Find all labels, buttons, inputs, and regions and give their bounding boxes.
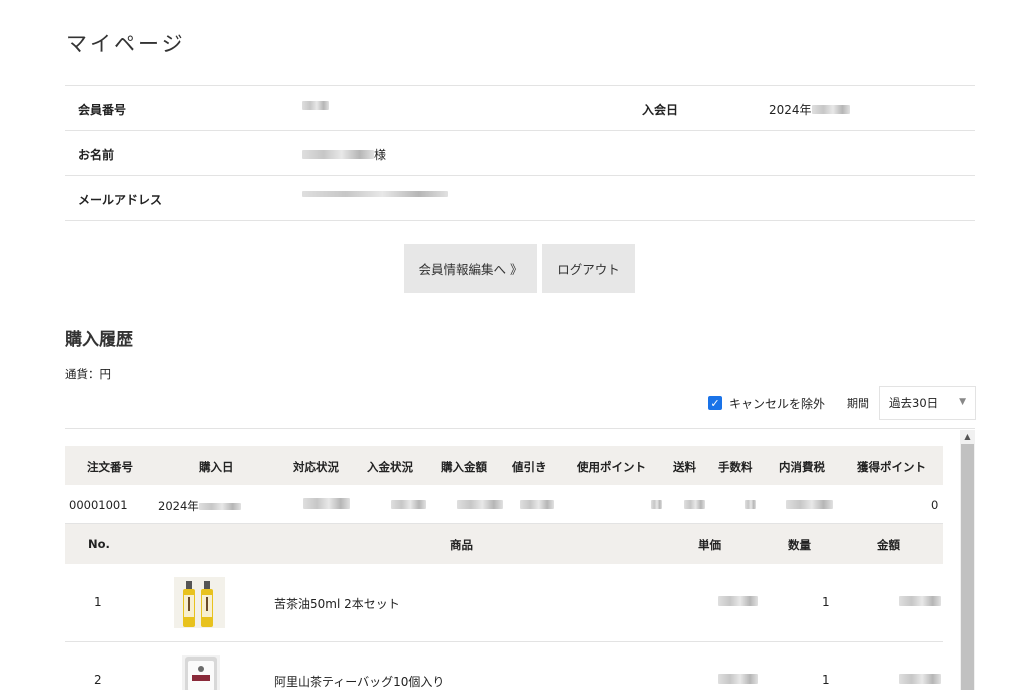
col-points-used: 使用ポイント: [577, 460, 646, 474]
scroll-up-arrow-icon[interactable]: ▲: [960, 430, 975, 444]
col-order-no: 注文番号: [87, 460, 133, 474]
col-points-earned: 獲得ポイント: [857, 460, 926, 474]
order-no: 00001001: [69, 498, 128, 512]
period-select[interactable]: 過去30日 ▼: [879, 386, 977, 420]
tea-bag-package-image[interactable]: [182, 655, 220, 690]
profile-row-email: メールアドレス: [65, 176, 975, 221]
profile-table: 会員番号 入会日 2024年 お名前 様 メールアドレス: [65, 85, 975, 221]
fee-value: [745, 498, 756, 512]
item-row: 2 阿里山茶ティーバッグ10個入り 1: [65, 642, 943, 690]
profile-row-member: 会員番号 入会日 2024年: [65, 86, 975, 131]
item-subtotal: [899, 595, 941, 609]
item-product-name[interactable]: 苦茶油50ml 2本セット: [274, 595, 400, 612]
edit-profile-button[interactable]: 会員情報編集へ 》: [404, 244, 537, 293]
orders-scrollbar[interactable]: ▲: [960, 430, 975, 690]
divider: [65, 428, 975, 429]
join-date-label: 入会日: [642, 103, 679, 117]
item-unit-price: [718, 595, 758, 609]
oil-bottles-image[interactable]: [174, 577, 225, 628]
col-subtotal: 金額: [877, 538, 900, 552]
col-unit-price: 単価: [698, 538, 721, 552]
order-date: 2024年: [158, 498, 241, 514]
item-unit-price: [718, 673, 758, 687]
item-no: 1: [94, 595, 102, 609]
col-status: 対応状況: [293, 460, 339, 474]
caret-down-icon: ▼: [959, 397, 967, 407]
scroll-thumb[interactable]: [961, 444, 974, 690]
exclude-cancel-checkbox[interactable]: ✓: [708, 396, 722, 410]
email-value: [302, 191, 448, 197]
shipping-value: [684, 498, 705, 512]
period-value: 過去30日: [889, 396, 939, 410]
orders-table: 注文番号 購入日 対応状況 入金状況 購入金額 値引き 使用ポイント 送料 手数…: [65, 446, 943, 690]
order-status-value: [303, 498, 350, 512]
period-label: 期間: [847, 397, 870, 410]
item-no: 2: [94, 673, 102, 687]
col-amount: 購入金額: [441, 460, 487, 474]
payment-status-value: [391, 498, 426, 512]
col-fee: 手数料: [718, 460, 753, 474]
item-product-name[interactable]: 阿里山茶ティーバッグ10個入り: [274, 673, 444, 690]
email-label: メールアドレス: [78, 193, 163, 207]
item-quantity: 1: [822, 595, 830, 609]
points-used-value: [651, 498, 662, 512]
logout-button[interactable]: ログアウト: [542, 244, 635, 293]
discount-value: [520, 498, 554, 512]
history-filter: ✓ キャンセルを除外 期間 過去30日 ▼: [708, 386, 977, 420]
order-row[interactable]: 00001001 2024年 0: [65, 485, 943, 524]
item-quantity: 1: [822, 673, 830, 687]
exclude-cancel-label[interactable]: キャンセルを除外: [729, 395, 825, 412]
member-no-label: 会員番号: [78, 103, 127, 117]
checkmark-icon: ✓: [710, 396, 720, 410]
join-date-value: 2024年: [769, 101, 850, 118]
col-shipping: 送料: [673, 460, 696, 474]
profile-row-name: お名前 様: [65, 131, 975, 176]
page-title: マイページ: [66, 32, 186, 56]
col-payment-status: 入金状況: [367, 460, 413, 474]
item-subtotal: [899, 673, 941, 687]
items-header: No. 商品 単価 数量 金額: [65, 524, 943, 564]
purchase-history-title: 購入履歴: [65, 330, 133, 350]
col-date: 購入日: [199, 460, 234, 474]
col-product: 商品: [450, 538, 473, 552]
name-label: お名前: [78, 148, 115, 162]
col-discount: 値引き: [512, 460, 547, 474]
name-value: 様: [302, 146, 386, 163]
col-quantity: 数量: [788, 538, 811, 552]
currency-label: 通貨：円: [65, 367, 111, 381]
col-tax: 内消費税: [779, 460, 825, 474]
tax-value: [786, 498, 833, 512]
item-row: 1 苦茶油50ml 2本セット 1: [65, 564, 943, 642]
member-no-value: [302, 101, 329, 110]
orders-header: 注文番号 購入日 対応状況 入金状況 購入金額 値引き 使用ポイント 送料 手数…: [65, 446, 943, 485]
amount-value: [457, 498, 503, 512]
col-item-no: No.: [88, 537, 110, 551]
points-earned-value: 0: [931, 498, 939, 512]
